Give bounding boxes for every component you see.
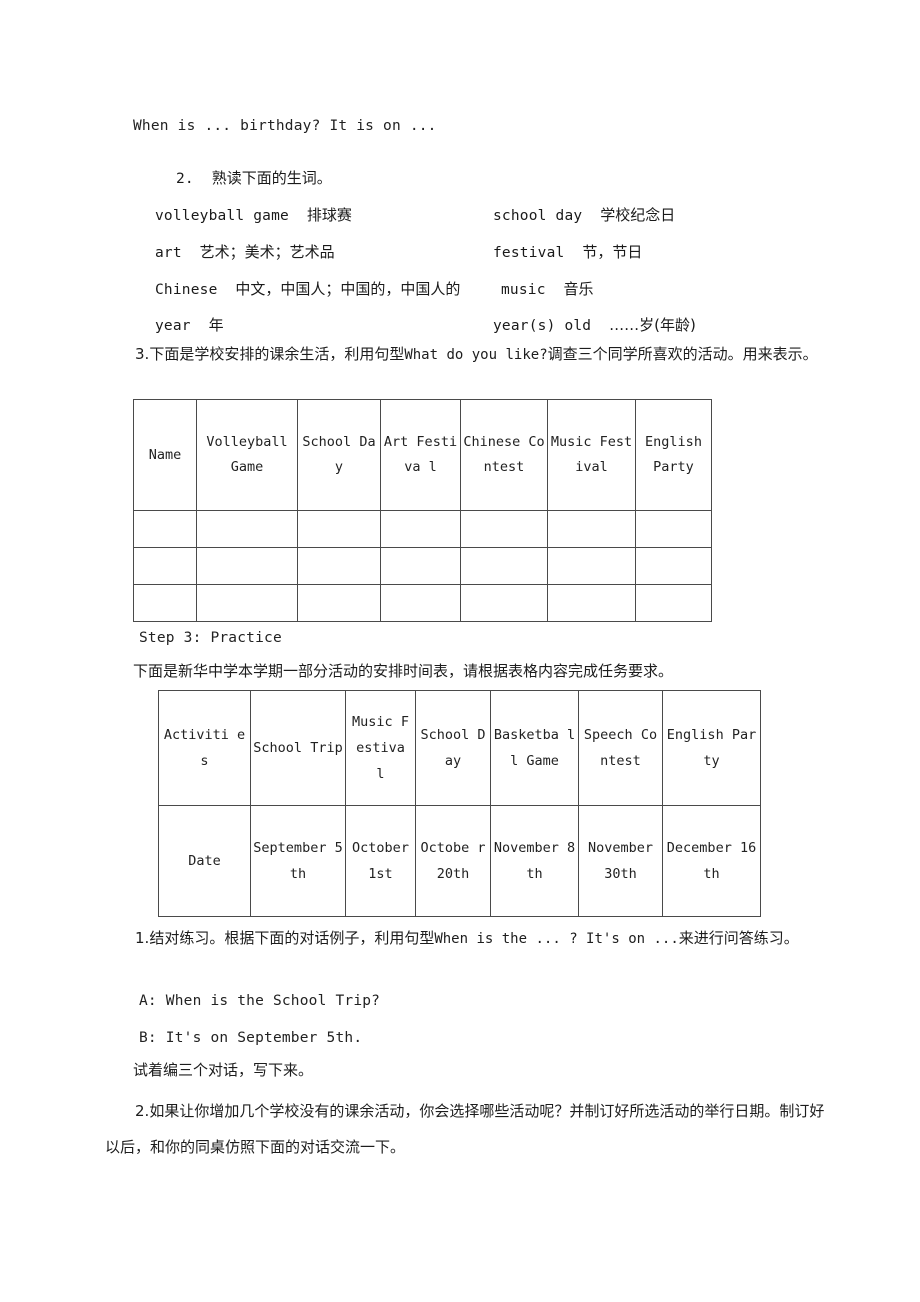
schedule-activity-label: Activiti es — [158, 690, 251, 806]
task-2-paragraph: 2.如果让你增加几个学校没有的课余活动，你会选择哪些活动呢？并制订好所选活动的举… — [105, 1093, 835, 1165]
task-1-number: 1. — [135, 929, 150, 947]
survey-header-english-party: English Party — [635, 399, 712, 511]
survey-cell[interactable] — [460, 584, 548, 622]
survey-header-art-festival: Art Festiva l — [380, 399, 461, 511]
survey-header-school-day: School Day — [297, 399, 381, 511]
task-2-text: 如果让你增加几个学校没有的课余活动，你会选择哪些活动呢？并制订好所选活动的举行日… — [105, 1102, 825, 1156]
section-3-pattern: What do you like? — [404, 347, 548, 363]
vocab-4-left-cn: 年 — [208, 316, 224, 334]
survey-header-volleyball: Volleyball Game — [196, 399, 298, 511]
survey-cell[interactable] — [297, 547, 381, 585]
table-row-header: Name Volleyball Game School Day Art Fest… — [133, 399, 712, 511]
survey-cell[interactable] — [380, 584, 461, 622]
section-3-paragraph: 3.下面是学校安排的课余生活，利用句型What do you like?调查三个… — [105, 336, 830, 373]
survey-cell[interactable] — [380, 547, 461, 585]
top-sentence: When is ... birthday? It is on ... — [133, 118, 437, 134]
survey-cell[interactable] — [133, 510, 197, 548]
survey-header-chinese-contest: Chinese Contest — [460, 399, 548, 511]
schedule-activity-music-festival: Music Festiva l — [345, 690, 416, 806]
spacer-4 — [182, 245, 200, 261]
vocab-2-right-cn: 节，节日 — [582, 243, 643, 261]
schedule-table: Activiti es School Trip Music Festiva l … — [158, 690, 761, 917]
survey-cell[interactable] — [635, 547, 712, 585]
survey-cell[interactable] — [547, 510, 636, 548]
section-2-number: 2. — [176, 171, 194, 187]
worksheet-page: When is ... birthday? It is on ... 2. 熟读… — [0, 0, 920, 1302]
task-1-followup: 试着编三个对话，写下来。 — [133, 1061, 314, 1079]
spacer-6 — [218, 282, 236, 298]
section-2-instruction: 熟读下面的生词。 — [211, 169, 332, 187]
vocab-3-right-en: music — [501, 282, 546, 298]
task-1-paragraph: 1.结对练习。根据下面的对话例子，利用句型When is the ... ? I… — [105, 920, 835, 957]
step-3-intro: 下面是新华中学本学期一部分活动的安排时间表，请根据表格内容完成任务要求。 — [133, 662, 674, 680]
vocab-3-left-cn: 中文，中国人；中国的，中国人的 — [235, 280, 461, 298]
schedule-date-speech-contest: November 30th — [578, 805, 663, 917]
dialogue-line-a: A: When is the School Trip? — [139, 993, 381, 1009]
survey-cell[interactable] — [297, 510, 381, 548]
schedule-activity-school-trip: School Trip — [250, 690, 346, 806]
schedule-date-music-festival: October 1st — [345, 805, 416, 917]
survey-cell[interactable] — [196, 547, 298, 585]
survey-table: Name Volleyball Game School Day Art Fest… — [133, 399, 712, 622]
spacer-7 — [546, 282, 564, 298]
survey-cell[interactable] — [635, 510, 712, 548]
survey-cell[interactable] — [547, 584, 636, 622]
task-1-text-1: 结对练习。根据下面的对话例子，利用句型 — [149, 929, 435, 947]
survey-cell[interactable] — [133, 584, 197, 622]
schedule-date-school-day: Octobe r 20th — [415, 805, 491, 917]
schedule-date-basketball-game: November 8th — [490, 805, 579, 917]
survey-cell[interactable] — [196, 510, 298, 548]
survey-cell[interactable] — [297, 584, 381, 622]
section-3-text-2: 调查三个同学所喜欢的活动。用来表示。 — [547, 345, 818, 363]
vocab-4-right-cn: ……岁(年龄) — [609, 316, 696, 334]
spacer-5 — [564, 245, 582, 261]
table-row[interactable] — [133, 510, 712, 548]
section-3-text-1: 下面是学校安排的课余生活，利用句型 — [149, 345, 405, 363]
schedule-activity-speech-contest: Speech Contest — [578, 690, 663, 806]
spacer-1 — [194, 171, 212, 187]
table-row[interactable] — [133, 584, 712, 622]
vocab-1-left-cn: 排球赛 — [306, 206, 352, 224]
vocab-1-right-en: school day — [493, 208, 583, 224]
vocab-4-right-en: year(s) old — [493, 318, 592, 334]
schedule-date-school-trip: September 5th — [250, 805, 346, 917]
task-2-number: 2. — [135, 1102, 150, 1120]
vocab-3-right-cn: 音乐 — [563, 280, 594, 298]
table-row[interactable] — [133, 547, 712, 585]
vocab-2-left-en: art — [155, 245, 182, 261]
survey-header-name: Name — [133, 399, 197, 511]
dialogue-line-b: B: It's on September 5th. — [139, 1030, 363, 1046]
survey-header-music-festival: Music Festival — [547, 399, 636, 511]
vocab-2-right-en: festival — [493, 245, 565, 261]
vocab-3-left-en: Chinese — [155, 282, 218, 298]
survey-cell[interactable] — [547, 547, 636, 585]
vocab-1-right-cn: 学校纪念日 — [600, 206, 676, 224]
table-row-activities: Activiti es School Trip Music Festiva l … — [158, 690, 761, 806]
survey-cell[interactable] — [635, 584, 712, 622]
table-row-dates: Date September 5th October 1st Octobe r … — [158, 805, 761, 917]
schedule-date-label: Date — [158, 805, 251, 917]
section-3-number: 3. — [135, 345, 150, 363]
spacer-2 — [289, 208, 307, 224]
survey-cell[interactable] — [460, 510, 548, 548]
step-3-label: Step 3: Practice — [139, 630, 282, 646]
schedule-activity-basketball-game: Basketba ll Game — [490, 690, 579, 806]
vocab-4-left-en: year — [155, 318, 191, 334]
task-1-text-2: 来进行问答练习。 — [678, 929, 799, 947]
schedule-activity-english-party: English Party — [662, 690, 761, 806]
survey-cell[interactable] — [133, 547, 197, 585]
spacer-8 — [191, 318, 209, 334]
task-1-pattern: When is the ... ? It's on ... — [434, 931, 679, 947]
vocab-2-left-cn: 艺术；美术；艺术品 — [199, 243, 335, 261]
spacer-3 — [582, 208, 600, 224]
spacer-9 — [591, 318, 609, 334]
schedule-date-english-party: December 16th — [662, 805, 761, 917]
survey-cell[interactable] — [196, 584, 298, 622]
vocab-1-left-en: volleyball game — [155, 208, 289, 224]
schedule-activity-school-day: School Day — [415, 690, 491, 806]
survey-cell[interactable] — [460, 547, 548, 585]
survey-cell[interactable] — [380, 510, 461, 548]
